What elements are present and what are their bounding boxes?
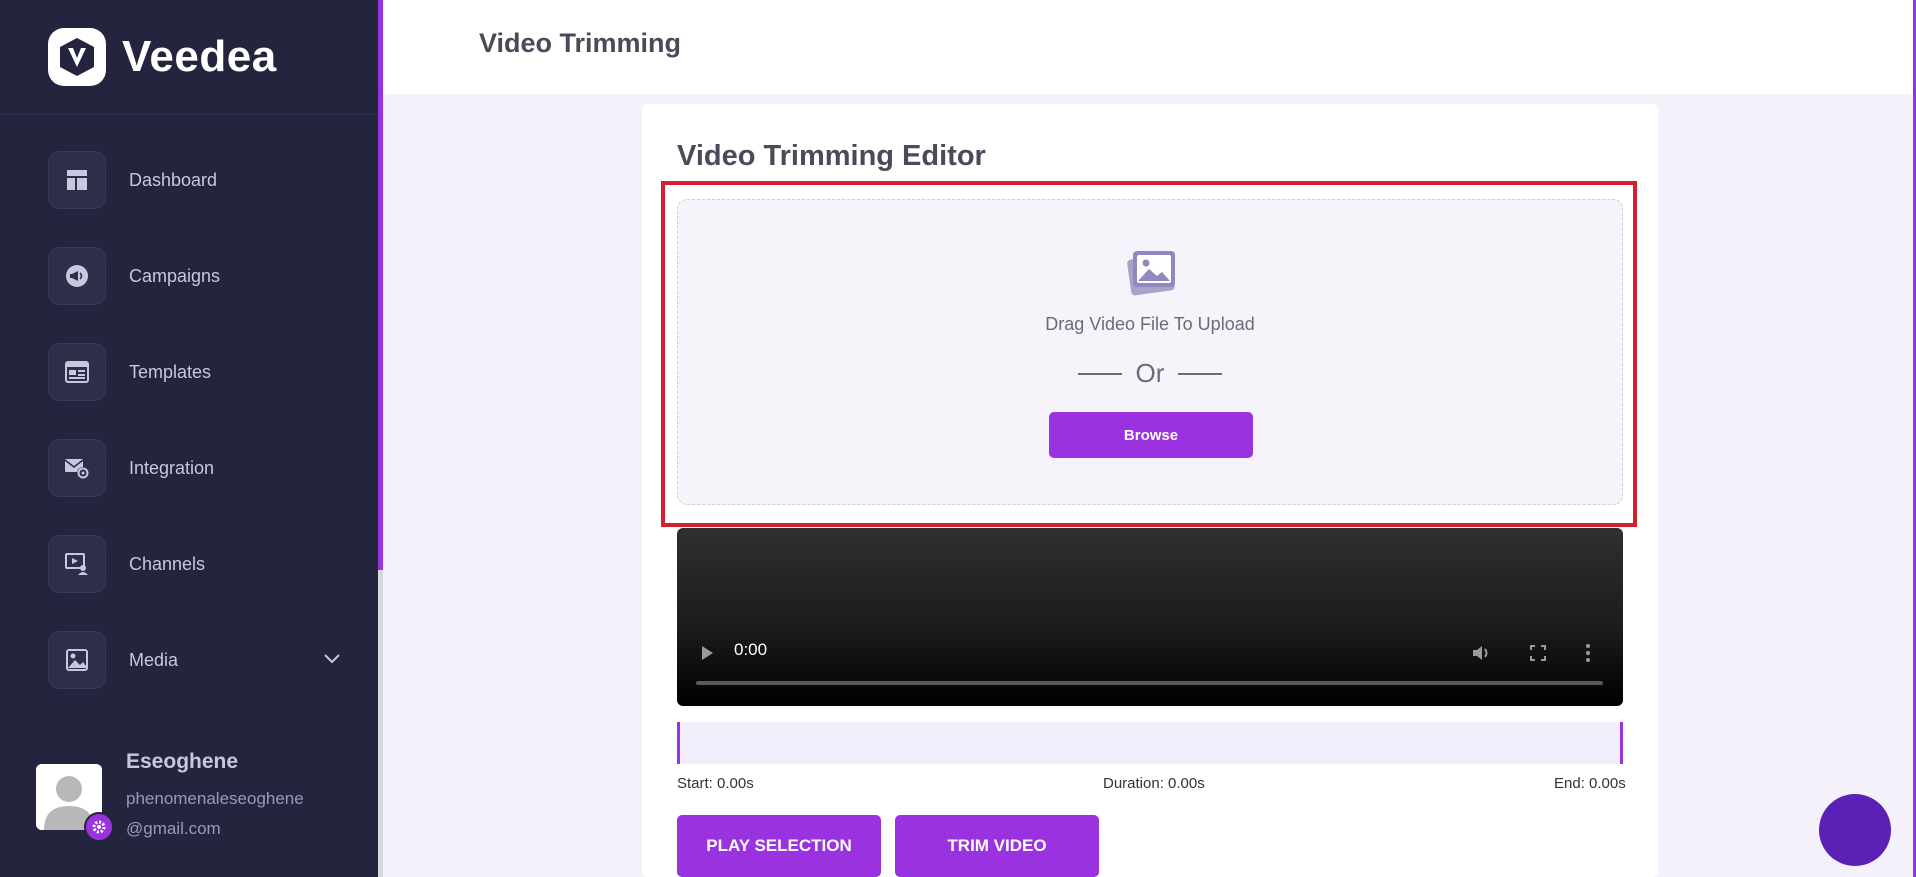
- sidebar-scrollbar-track: [378, 570, 383, 877]
- profile-email: phenomenaleseoghene @gmail.com: [126, 784, 346, 844]
- more-options-icon[interactable]: [1585, 643, 1591, 668]
- image-icon: [48, 631, 106, 689]
- play-selection-button[interactable]: PLAY SELECTION: [677, 815, 881, 877]
- brand[interactable]: Veedea: [48, 28, 277, 86]
- trim-range-bar[interactable]: [677, 722, 1623, 764]
- sidebar-item-label: Dashboard: [129, 169, 218, 190]
- sidebar-item-label: Media: [129, 649, 179, 670]
- mail-gear-icon: [48, 439, 106, 497]
- settings-gear-icon[interactable]: [84, 812, 114, 842]
- play-icon[interactable]: [699, 644, 715, 667]
- template-icon: [48, 343, 106, 401]
- video-progress-bar[interactable]: [696, 681, 1603, 685]
- sidebar-item-media[interactable]: Media: [48, 630, 348, 690]
- page-title: Video Trimming: [479, 28, 682, 58]
- sidebar-item-channels[interactable]: Channels: [48, 534, 348, 594]
- user-profile[interactable]: Eseoghene phenomenaleseoghene @gmail.com: [36, 750, 366, 860]
- fullscreen-icon[interactable]: [1529, 644, 1547, 667]
- chat-launcher-button[interactable]: [1819, 794, 1891, 866]
- video-player[interactable]: 0:00: [677, 528, 1623, 706]
- sidebar-item-campaigns[interactable]: Campaigns: [48, 246, 348, 306]
- divider: [0, 114, 378, 115]
- megaphone-icon: [48, 247, 106, 305]
- sidebar-item-templates[interactable]: Templates: [48, 342, 348, 402]
- sidebar-nav: Dashboard Campaigns Templates Integratio…: [48, 150, 348, 726]
- chevron-down-icon[interactable]: [322, 651, 342, 670]
- editor-title: Video Trimming Editor: [677, 140, 986, 172]
- brand-name: Veedea: [122, 32, 277, 81]
- sidebar-item-label: Channels: [129, 553, 206, 574]
- top-bar: Video Trimming: [383, 0, 1916, 94]
- profile-email-line: phenomenaleseoghene: [126, 789, 304, 808]
- trim-end-text: End: 0.00s: [1554, 775, 1626, 792]
- trim-duration-text: Duration: 0.00s: [1103, 775, 1205, 792]
- trim-start-text: Start: 0.00s: [677, 775, 754, 792]
- channel-icon: [48, 535, 106, 593]
- dashboard-icon: [48, 151, 106, 209]
- profile-email-line: @gmail.com: [126, 819, 221, 838]
- sidebar-item-integration[interactable]: Integration: [48, 438, 348, 498]
- profile-name: Eseoghene: [126, 750, 239, 773]
- highlight-box: [661, 181, 1637, 527]
- trim-start-handle[interactable]: [677, 722, 680, 764]
- sidebar: Veedea Dashboard Campaigns Templates Int…: [0, 0, 378, 877]
- video-time: 0:00: [734, 640, 768, 659]
- trim-end-handle[interactable]: [1620, 722, 1623, 764]
- editor-card: Video Trimming Editor Drag Video File To…: [642, 104, 1658, 877]
- veedea-logo-icon: [48, 28, 106, 86]
- sidebar-item-label: Campaigns: [129, 265, 221, 286]
- sidebar-item-label: Integration: [129, 457, 215, 478]
- sidebar-item-label: Templates: [129, 361, 212, 382]
- trim-video-button[interactable]: TRIM VIDEO: [895, 815, 1099, 877]
- volume-icon[interactable]: [1471, 643, 1493, 668]
- sidebar-item-dashboard[interactable]: Dashboard: [48, 150, 348, 210]
